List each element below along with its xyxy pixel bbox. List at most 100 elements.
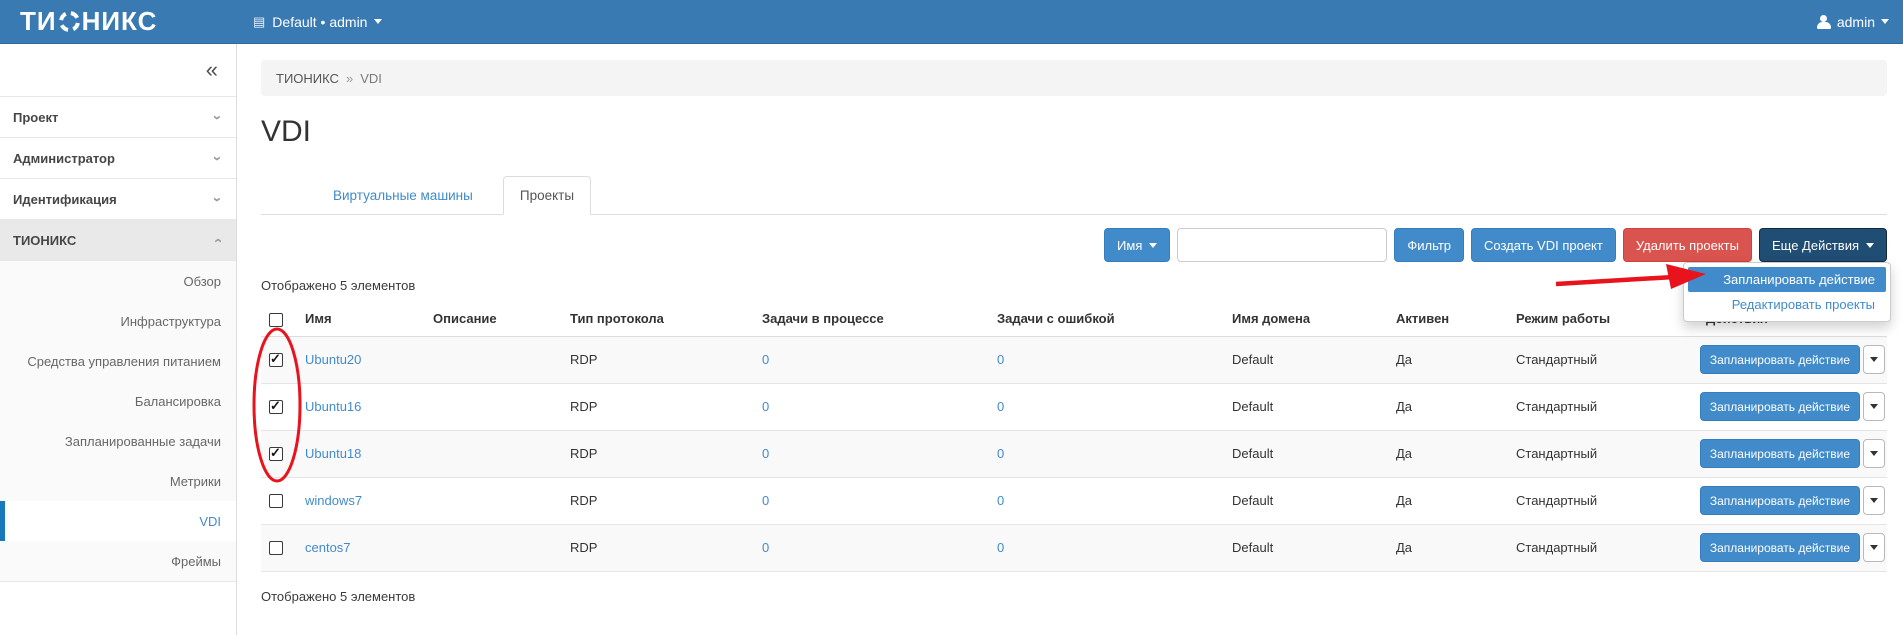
row-checkbox[interactable] <box>269 400 283 414</box>
schedule-action-button[interactable]: Запланировать действие <box>1700 392 1860 421</box>
sidebar-item-overview[interactable]: Обзор <box>0 261 236 301</box>
sidebar-item-power-management[interactable]: Средства управления питанием <box>0 341 236 381</box>
sidebar: « Проект › Администратор › Идентификация… <box>0 44 237 635</box>
sidebar-section-project[interactable]: Проект › <box>0 97 236 138</box>
cell-description <box>425 430 562 477</box>
tasks-in-progress-link[interactable]: 0 <box>762 352 769 367</box>
tasks-in-progress-link[interactable]: 0 <box>762 493 769 508</box>
table-row: centos7 RDP 0 0 Default Да Стандартный З… <box>261 524 1887 571</box>
tab-virtual-machines[interactable]: Виртуальные машины <box>317 176 489 214</box>
row-checkbox[interactable] <box>269 447 283 461</box>
cell-mode: Стандартный <box>1508 383 1698 430</box>
sidebar-item-infrastructure[interactable]: Инфраструктура <box>0 301 236 341</box>
create-vdi-project-button[interactable]: Создать VDI проект <box>1471 228 1616 262</box>
search-input[interactable] <box>1177 228 1387 262</box>
cell-mode: Стандартный <box>1508 336 1698 383</box>
tasks-with-error-link[interactable]: 0 <box>997 352 1004 367</box>
sidebar-item-frames[interactable]: Фреймы <box>0 541 236 581</box>
tasks-with-error-link[interactable]: 0 <box>997 399 1004 414</box>
tasks-in-progress-link[interactable]: 0 <box>762 446 769 461</box>
tasks-with-error-link[interactable]: 0 <box>997 446 1004 461</box>
col-header-description: Описание <box>425 302 562 336</box>
breadcrumb-separator: » <box>346 71 353 86</box>
row-actions-dropdown-button[interactable] <box>1863 439 1885 468</box>
chevron-up-icon: › <box>209 238 226 243</box>
items-count-top: Отображено 5 элементов <box>261 278 1887 293</box>
schedule-action-button[interactable]: Запланировать действие <box>1700 439 1860 468</box>
sidebar-section-tionix[interactable]: ТИОНИКС › <box>0 220 236 261</box>
tab-bar: Виртуальные машины Проекты <box>261 176 1887 215</box>
cell-description <box>425 524 562 571</box>
table-row: Ubuntu18 RDP 0 0 Default Да Стандартный … <box>261 430 1887 477</box>
tasks-with-error-link[interactable]: 0 <box>997 493 1004 508</box>
chevron-down-icon <box>1870 545 1878 550</box>
cell-mode: Стандартный <box>1508 524 1698 571</box>
cell-active: Да <box>1388 336 1508 383</box>
chevron-down-icon <box>1870 451 1878 456</box>
chevron-down-icon <box>1870 404 1878 409</box>
col-header-active: Активен <box>1388 302 1508 336</box>
select-all-checkbox[interactable] <box>269 313 283 327</box>
sort-field-dropdown[interactable]: Имя <box>1104 228 1170 262</box>
sidebar-item-label: Запланированные задачи <box>65 434 221 449</box>
collapse-icon: « <box>206 57 218 83</box>
tionix-logo: ТИНИКС <box>0 6 237 37</box>
project-context-dropdown[interactable]: ▤ Default • admin <box>253 14 382 30</box>
chevron-down-icon: › <box>209 156 226 161</box>
chevron-down-icon <box>1870 498 1878 503</box>
sidebar-item-metrics[interactable]: Метрики <box>0 461 236 501</box>
project-name-link[interactable]: Ubuntu16 <box>305 399 361 414</box>
cell-active: Да <box>1388 524 1508 571</box>
col-header-name: Имя <box>297 302 425 336</box>
col-header-tasks-in-progress: Задачи в процессе <box>754 302 989 336</box>
sidebar-item-balancing[interactable]: Балансировка <box>0 381 236 421</box>
table-header-row: Имя Описание Тип протокола Задачи в проц… <box>261 302 1887 336</box>
top-navbar: ТИНИКС ▤ Default • admin admin <box>0 0 1903 44</box>
menu-item-edit-projects[interactable]: Редактировать проекты <box>1688 292 1886 317</box>
tasks-in-progress-link[interactable]: 0 <box>762 540 769 555</box>
sidebar-nav: Обзор Инфраструктура Средства управления… <box>0 261 236 582</box>
filter-button[interactable]: Фильтр <box>1394 228 1464 262</box>
user-menu[interactable]: admin <box>1817 14 1889 30</box>
menu-item-schedule-action[interactable]: Запланировать действие <box>1688 267 1886 292</box>
chevron-down-icon <box>1149 243 1157 248</box>
project-name-link[interactable]: Ubuntu20 <box>305 352 361 367</box>
table-row: windows7 RDP 0 0 Default Да Стандартный … <box>261 477 1887 524</box>
schedule-action-button[interactable]: Запланировать действие <box>1700 533 1860 562</box>
sidebar-section-label: ТИОНИКС <box>13 233 76 248</box>
tab-projects[interactable]: Проекты <box>503 176 591 215</box>
row-checkbox[interactable] <box>269 353 283 367</box>
row-actions-dropdown-button[interactable] <box>1863 533 1885 562</box>
project-context-label: Default • admin <box>272 14 367 30</box>
more-actions-label: Еще Действия <box>1772 238 1859 253</box>
row-checkbox[interactable] <box>269 541 283 555</box>
tasks-in-progress-link[interactable]: 0 <box>762 399 769 414</box>
project-name-link[interactable]: windows7 <box>305 493 362 508</box>
cell-mode: Стандартный <box>1508 430 1698 477</box>
cell-domain: Default <box>1224 336 1388 383</box>
items-count-bottom: Отображено 5 элементов <box>261 589 1887 604</box>
chevron-down-icon <box>374 19 382 24</box>
delete-projects-button[interactable]: Удалить проекты <box>1623 228 1752 262</box>
chevron-down-icon: › <box>209 197 226 202</box>
sidebar-item-label: Фреймы <box>171 554 221 569</box>
sidebar-collapse-button[interactable]: « <box>0 44 236 97</box>
cell-protocol: RDP <box>562 524 754 571</box>
schedule-action-button[interactable]: Запланировать действие <box>1700 486 1860 515</box>
more-actions-button[interactable]: Еще Действия <box>1759 228 1887 262</box>
project-name-link[interactable]: centos7 <box>305 540 351 555</box>
col-header-mode: Режим работы <box>1508 302 1698 336</box>
sidebar-item-label: VDI <box>199 514 221 529</box>
schedule-action-button[interactable]: Запланировать действие <box>1700 345 1860 374</box>
row-actions-dropdown-button[interactable] <box>1863 486 1885 515</box>
sidebar-section-identity[interactable]: Идентификация › <box>0 179 236 220</box>
row-checkbox[interactable] <box>269 494 283 508</box>
tasks-with-error-link[interactable]: 0 <box>997 540 1004 555</box>
project-name-link[interactable]: Ubuntu18 <box>305 446 361 461</box>
sidebar-section-label: Администратор <box>13 151 115 166</box>
sidebar-item-scheduled-tasks[interactable]: Запланированные задачи <box>0 421 236 461</box>
sidebar-section-admin[interactable]: Администратор › <box>0 138 236 179</box>
row-actions-dropdown-button[interactable] <box>1863 345 1885 374</box>
sidebar-item-vdi[interactable]: VDI <box>0 501 236 541</box>
row-actions-dropdown-button[interactable] <box>1863 392 1885 421</box>
